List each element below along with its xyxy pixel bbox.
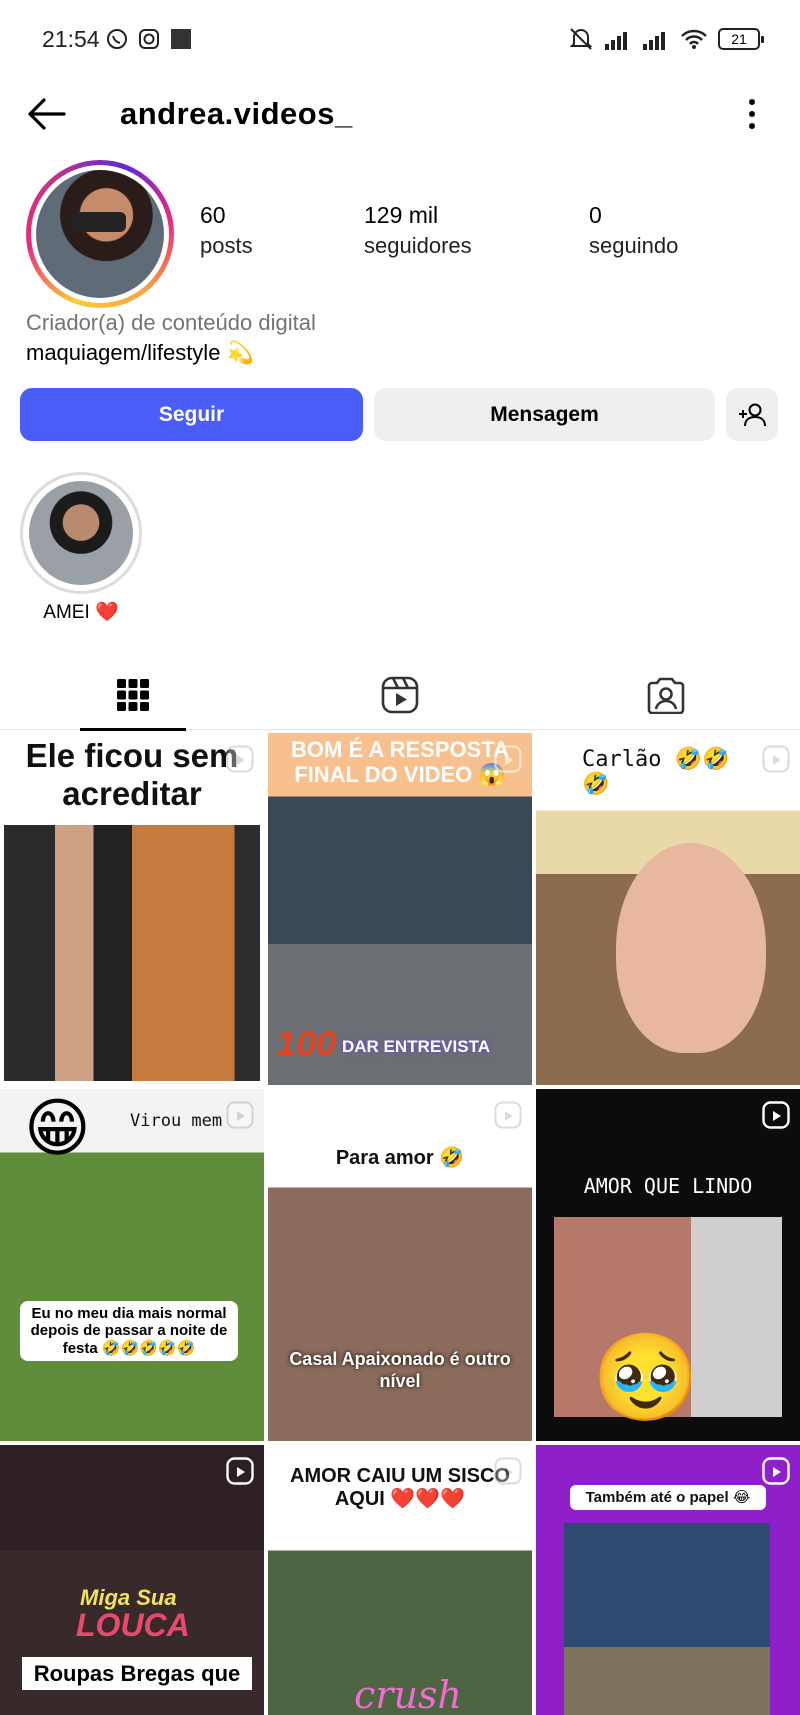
- post-thumbnail[interactable]: Também até o papel 😂: [536, 1445, 800, 1715]
- post-badge: 100: [276, 1023, 337, 1064]
- signal-icon: [643, 32, 665, 50]
- follow-button[interactable]: Seguir: [20, 388, 363, 441]
- stat-following-label: seguindo: [589, 233, 679, 258]
- stat-posts[interactable]: 60 posts: [200, 202, 253, 259]
- status-right-icons: 21: [568, 26, 764, 52]
- sunglasses: [70, 212, 126, 232]
- post-caption: Carlão 🤣🤣🤣: [582, 747, 730, 798]
- post-caption: Também até o papel 😂: [570, 1485, 766, 1511]
- post-thumbnail[interactable]: 😁 Virou mem Eu no meu dia mais normal de…: [0, 1089, 264, 1441]
- message-button[interactable]: Mensagem: [374, 388, 715, 441]
- whatsapp-icon: [107, 29, 127, 49]
- tagged-icon: [647, 677, 685, 714]
- reel-badge-icon: [762, 745, 790, 773]
- stat-followers-value: 129 mil: [364, 202, 439, 228]
- more-vertical-icon[interactable]: [746, 96, 758, 132]
- stat-following[interactable]: 0 seguindo: [589, 202, 678, 259]
- battery-icon: 21: [718, 28, 764, 50]
- tab-grid[interactable]: [0, 660, 266, 731]
- post-overlay-text: crush: [354, 1673, 462, 1715]
- reel-badge-icon: [762, 1101, 790, 1129]
- post-caption: AMOR CAIU UM SISCO AQUI ❤️❤️❤️: [290, 1465, 510, 1510]
- suggest-users-button[interactable]: [726, 388, 778, 441]
- pleading-emoji-icon: 🥹: [592, 1330, 700, 1426]
- profile-username: andrea.videos_: [120, 96, 353, 131]
- stat-posts-value: 60: [200, 202, 226, 228]
- post-caption: Roupas Bregas que: [22, 1657, 252, 1691]
- post-thumbnail[interactable]: Carlão 🤣🤣🤣: [536, 733, 800, 1085]
- square-icon: [171, 29, 191, 49]
- post-caption: AMOR QUE LINDO: [583, 1174, 753, 1198]
- profile-avatar[interactable]: [26, 160, 174, 308]
- status-time: 21:54: [42, 26, 100, 52]
- post-caption: Para amor 🤣: [335, 1147, 465, 1169]
- post-thumbnail[interactable]: AMOR CAIU UM SISCO AQUI ❤️❤️❤️ crush: [268, 1445, 532, 1715]
- highlight-cover: [29, 481, 133, 585]
- grid-icon: [117, 679, 149, 711]
- reel-badge-icon: [762, 1457, 790, 1485]
- post-thumbnail[interactable]: Miga Sua LOUCA Roupas Bregas que: [0, 1445, 264, 1715]
- stat-followers-label: seguidores: [364, 233, 472, 258]
- reel-badge-icon: [494, 1457, 522, 1485]
- profile-category: Criador(a) de conteúdo digital: [26, 310, 316, 335]
- post-thumbnail[interactable]: Ele ficou sem acreditar: [0, 733, 264, 1085]
- post-top-text: Virou mem: [130, 1111, 223, 1131]
- add-person-icon: [739, 403, 766, 426]
- post-image: [564, 1523, 770, 1715]
- instagram-icon: [139, 29, 159, 49]
- signal-icon: [605, 32, 627, 50]
- reel-badge-icon: [494, 1101, 522, 1129]
- tab-reels[interactable]: [267, 660, 533, 730]
- stat-followers[interactable]: 129 mil seguidores: [364, 202, 472, 259]
- post-overlay-text: Casal Apaixonado é outro nível: [289, 1349, 511, 1391]
- mute-icon: [569, 28, 593, 50]
- profile-header: andrea.videos_: [0, 90, 800, 140]
- profile-tabs: [0, 660, 800, 731]
- post-caption: BOM É A RESPOSTA FINAL DO VIDEO 😱: [291, 737, 509, 788]
- battery-level: 21: [731, 31, 747, 47]
- avatar-frame: [31, 165, 169, 303]
- post-caption: Ele ficou sem acreditar: [25, 737, 239, 812]
- arrow-left-icon[interactable]: [26, 96, 66, 132]
- avatar-image: [36, 170, 164, 298]
- status-left-icons: [106, 28, 192, 50]
- reel-badge-icon: [226, 1457, 254, 1485]
- post-thumbnail[interactable]: Para amor 🤣 Casal Apaixonado é outro nív…: [268, 1089, 532, 1441]
- post-caption: Eu no meu dia mais normal depois de pass…: [20, 1301, 238, 1361]
- post-thumbnail[interactable]: BOM É A RESPOSTA FINAL DO VIDEO 😱 100 DA…: [268, 733, 532, 1085]
- reel-badge-icon: [494, 745, 522, 773]
- story-highlight[interactable]: [20, 472, 142, 594]
- stat-posts-label: posts: [200, 233, 253, 258]
- post-image: [4, 825, 260, 1081]
- laughing-emoji-icon: 😁: [24, 1092, 91, 1164]
- tab-tagged[interactable]: [533, 660, 799, 730]
- post-image: [616, 843, 766, 1053]
- reel-badge-icon: [226, 745, 254, 773]
- reel-badge-icon: [226, 1101, 254, 1129]
- post-thumbnail[interactable]: AMOR QUE LINDO 🥹: [536, 1089, 800, 1441]
- profile-bio: maquiagem/lifestyle 💫: [26, 340, 254, 365]
- reels-icon: [381, 676, 419, 714]
- active-tab-indicator: [80, 728, 186, 731]
- stat-following-value: 0: [589, 202, 602, 228]
- post-overlay-text: DAR ENTREVISTA: [342, 1037, 490, 1056]
- post-logo-text: LOUCA: [76, 1607, 190, 1643]
- status-bar: 21:54 21: [0, 0, 800, 80]
- wifi-icon: [681, 29, 707, 49]
- highlight-label: AMEI ❤️: [43, 602, 119, 623]
